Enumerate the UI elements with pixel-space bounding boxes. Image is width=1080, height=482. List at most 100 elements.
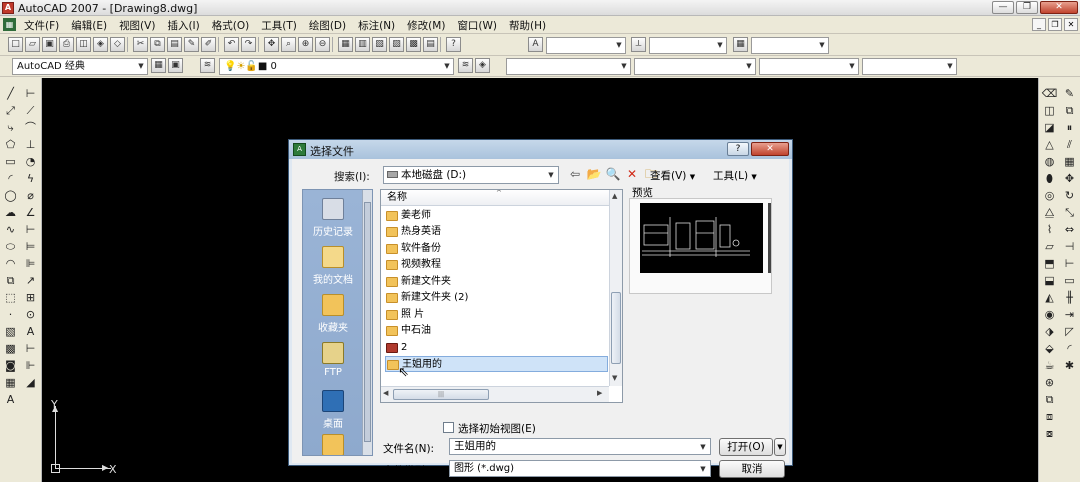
file-list-horizontal-scrollbar[interactable]: ◀ ||| ▶ <box>381 386 609 402</box>
revolve-icon[interactable]: ◉ <box>1041 307 1058 322</box>
arc-icon[interactable]: ◜ <box>2 171 19 186</box>
place-buzzsaw[interactable] <box>303 434 363 455</box>
modify-offset-icon[interactable]: ⫽ <box>1061 137 1078 152</box>
doc-close-button[interactable]: ✕ <box>1064 18 1078 31</box>
zoom-window-icon[interactable]: ⊕ <box>298 37 313 52</box>
place-favorites[interactable]: 收藏夹 <box>303 294 363 334</box>
calculator-icon[interactable]: ▤ <box>423 37 438 52</box>
hatch-icon[interactable]: ▧ <box>2 324 19 339</box>
wedge-icon[interactable]: ◪ <box>1041 120 1058 135</box>
places-scrollbar[interactable] <box>362 190 372 455</box>
gradient-icon[interactable]: ▩ <box>2 341 19 356</box>
polyline-icon[interactable]: ⤷ <box>2 120 19 135</box>
dim-edit-icon[interactable]: A <box>22 324 39 339</box>
filename-input[interactable]: 王姐用的 ▼ <box>449 438 711 455</box>
make-block-icon[interactable]: ⬚ <box>2 290 19 305</box>
quick-leader-icon[interactable]: ↗ <box>22 273 39 288</box>
list-item[interactable]: 软件备份 <box>385 241 608 257</box>
menu-view[interactable]: 视图(V) <box>119 18 155 33</box>
modify-rotate-icon[interactable]: ↻ <box>1061 188 1078 203</box>
lineweight-control-combo[interactable]: ▼ <box>759 58 859 75</box>
menu-tools[interactable]: 工具(T) <box>261 18 297 33</box>
list-item[interactable]: 照 片 <box>385 307 608 323</box>
circle-icon[interactable]: ◯ <box>2 188 19 203</box>
dim-ordinate-icon[interactable]: ⊥ <box>22 137 39 152</box>
rectangle-icon[interactable]: ▭ <box>2 154 19 169</box>
cut-icon[interactable]: ✂ <box>133 37 148 52</box>
modify-erase-icon[interactable]: ✎ <box>1061 86 1078 101</box>
markup-icon[interactable]: ▩ <box>406 37 421 52</box>
modify-chamfer-icon[interactable]: ◸ <box>1061 324 1078 339</box>
scroll-left-icon[interactable]: ◀ <box>383 389 388 397</box>
pyramid-icon[interactable]: ⧋ <box>1041 205 1058 220</box>
dialog-close-button[interactable]: ✕ <box>751 142 789 156</box>
search-in-combo[interactable]: 本地磁盘 (D:) ▼ <box>383 166 559 184</box>
tool-palettes-icon[interactable]: ▧ <box>372 37 387 52</box>
paste-icon[interactable]: ▤ <box>167 37 182 52</box>
erase-icon[interactable]: ⌫ <box>1041 86 1058 101</box>
views-menu[interactable]: 查看(V) ▼ <box>650 168 695 183</box>
menu-format[interactable]: 格式(O) <box>212 18 249 33</box>
ellipse-arc-icon[interactable]: ◠ <box>2 256 19 271</box>
layer-manager-icon[interactable]: ≋ <box>200 58 215 73</box>
cylinder-icon[interactable]: ⬮ <box>1041 171 1058 186</box>
menu-help[interactable]: 帮助(H) <box>509 18 546 33</box>
menu-window[interactable]: 窗口(W) <box>457 18 497 33</box>
modify-break-at-point-icon[interactable]: ▭ <box>1061 273 1078 288</box>
presspull-icon[interactable]: ⬓ <box>1041 273 1058 288</box>
save-icon[interactable]: ▣ <box>42 37 57 52</box>
chevron-down-icon[interactable]: ▼ <box>697 439 709 455</box>
list-item[interactable]: 新建文件夹 <box>385 274 608 290</box>
menu-file[interactable]: 文件(F) <box>24 18 59 33</box>
help-icon[interactable]: ? <box>446 37 461 52</box>
table-icon[interactable]: ▦ <box>2 375 19 390</box>
modify-stretch-icon[interactable]: ⇔ <box>1061 222 1078 237</box>
dim-update-icon[interactable]: ⊩ <box>22 358 39 373</box>
place-history[interactable]: 历史记录 <box>303 198 363 238</box>
place-documents[interactable]: 我的文档 <box>303 246 363 286</box>
modify-scale-icon[interactable]: ⤡ <box>1061 205 1078 220</box>
cancel-button[interactable]: 取消 <box>719 460 785 478</box>
polygon-icon[interactable]: ⬠ <box>2 137 19 152</box>
table-style-combo[interactable]: ▼ <box>751 37 829 54</box>
places-scroll-thumb[interactable] <box>364 202 371 442</box>
list-item[interactable]: 2 <box>385 340 608 356</box>
cone-icon[interactable]: △ <box>1041 137 1058 152</box>
text-style-icon[interactable]: A <box>528 37 543 52</box>
plot-style-combo[interactable]: ▼ <box>862 58 957 75</box>
modify-move-icon[interactable]: ✥ <box>1061 171 1078 186</box>
menu-modify[interactable]: 修改(M) <box>407 18 445 33</box>
dialog-help-button[interactable]: ? <box>727 142 749 156</box>
dim-angular-icon[interactable]: ∠ <box>22 205 39 220</box>
mirror-object-icon[interactable]: ⧈ <box>1041 409 1058 424</box>
union-icon[interactable]: ⬙ <box>1041 341 1058 356</box>
3d-publish-icon[interactable]: ◇ <box>110 37 125 52</box>
scroll-up-icon[interactable]: ▲ <box>612 192 617 200</box>
layer-combo[interactable]: 💡☀🔓■ 0 ▼ <box>219 58 454 75</box>
delete-icon[interactable]: ✕ <box>624 166 640 182</box>
my-workspace-icon[interactable]: ▣ <box>168 58 183 73</box>
menu-insert[interactable]: 插入(I) <box>167 18 199 33</box>
doc-minimize-button[interactable]: _ <box>1032 18 1046 31</box>
dim-baseline-icon[interactable]: ⊨ <box>22 239 39 254</box>
open-icon[interactable]: ▱ <box>25 37 40 52</box>
workspace-combo[interactable]: AutoCAD 经典 ▼ <box>12 58 148 75</box>
torus-icon[interactable]: ◎ <box>1041 188 1058 203</box>
modify-join-icon[interactable]: ⇥ <box>1061 307 1078 322</box>
workspace-settings-icon[interactable]: ▦ <box>151 58 166 73</box>
drawing-doc-icon[interactable]: ▦ <box>3 18 16 31</box>
menu-edit[interactable]: 编辑(E) <box>71 18 107 33</box>
modify-extend-icon[interactable]: ⊢ <box>1061 256 1078 271</box>
revision-cloud-icon[interactable]: ☁ <box>2 205 19 220</box>
dim-linear-icon[interactable]: ⊢ <box>22 86 39 101</box>
column-header-name[interactable]: ^ 名称 <box>381 190 609 206</box>
file-list-vertical-scrollbar[interactable]: ▲ ▼ <box>609 190 622 386</box>
back-icon[interactable]: ⇦ <box>567 166 583 182</box>
search-web-icon[interactable]: 🔍 <box>605 166 621 182</box>
copy-object-icon[interactable]: ⧉ <box>1041 392 1058 407</box>
tools-menu[interactable]: 工具(L) ▼ <box>713 168 757 183</box>
pan-icon[interactable]: ✥ <box>264 37 279 52</box>
select-initial-view-checkbox[interactable] <box>443 422 454 433</box>
table-style-icon[interactable]: ▦ <box>733 37 748 52</box>
print-icon[interactable]: ⎙ <box>59 37 74 52</box>
